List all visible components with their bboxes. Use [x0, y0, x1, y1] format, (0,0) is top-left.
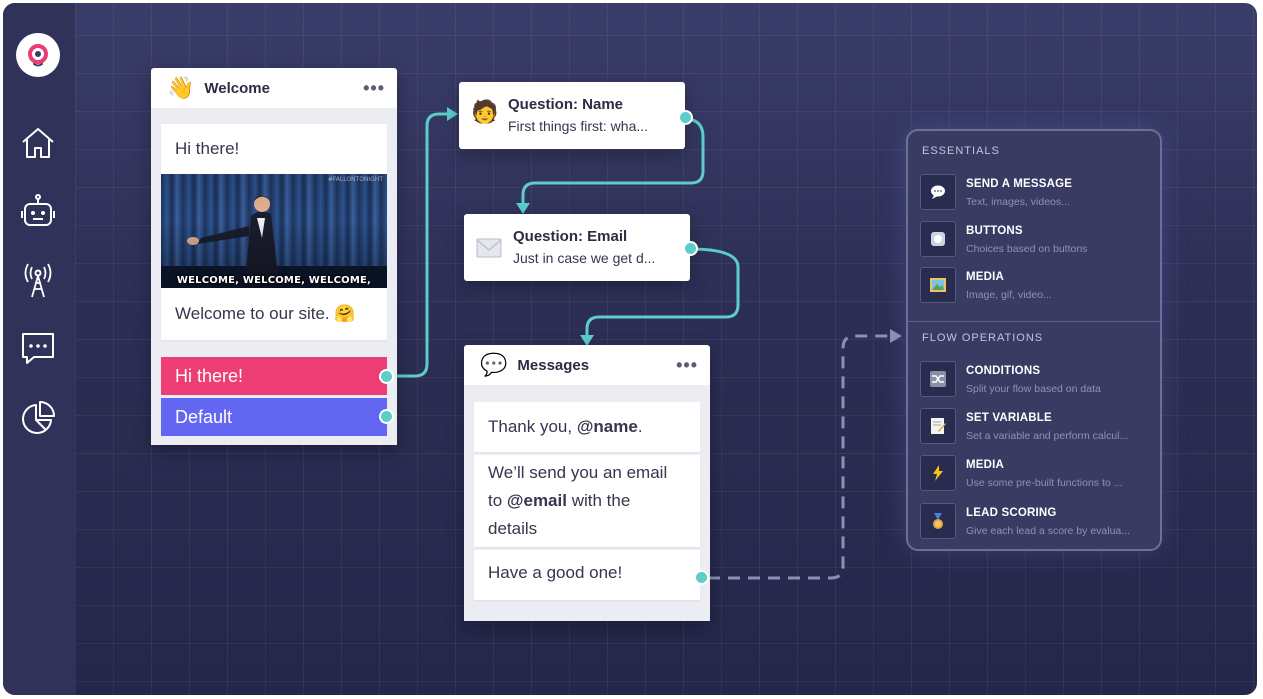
question-name-subtitle: First things first: wha...: [508, 118, 649, 134]
message-line: to @email with the: [488, 487, 686, 515]
message-text: .: [637, 417, 643, 436]
messages-node[interactable]: 💬 Messages ••• Thank you, @name. We’ll s…: [464, 345, 710, 621]
block-name: CONDITIONS: [966, 365, 1041, 377]
choice-hi-there[interactable]: Hi there!: [161, 357, 387, 395]
block-functions-media[interactable]: MEDIA Use some pre-built functions to ..…: [920, 453, 1150, 493]
welcome-title: Welcome: [204, 79, 270, 97]
analytics-icon[interactable]: [19, 399, 57, 437]
block-media[interactable]: MEDIA Image, gif, video...: [920, 265, 1150, 305]
port-messages[interactable]: [694, 570, 709, 585]
button-icon: [920, 221, 956, 257]
blocks-panel: ESSENTIALS SEND A MESSAGE Text, images, …: [906, 129, 1162, 551]
medal-icon: [920, 503, 956, 539]
message-line: details: [488, 519, 538, 538]
welcome-menu-button[interactable]: •••: [363, 78, 385, 99]
shuffle-icon: [920, 361, 956, 397]
question-email-title: Question: Email: [513, 228, 628, 245]
welcome-node[interactable]: 👋 Welcome ••• Hi there! #FALLONTONIGHT W…: [151, 68, 397, 445]
block-desc: Choices based on buttons: [966, 243, 1088, 255]
message-email-notice: We’ll send you an email to @email with t…: [474, 455, 700, 547]
block-set-variable[interactable]: SET VARIABLE Set a variable and perform …: [920, 406, 1150, 446]
choice-default[interactable]: Default: [161, 398, 387, 436]
gif-tag: #FALLONTONIGHT: [327, 176, 383, 183]
welcome-gif: #FALLONTONIGHT WELCOME, WELCOME, WELCOME…: [161, 174, 387, 288]
block-buttons[interactable]: BUTTONS Choices based on buttons: [920, 219, 1150, 259]
block-name: BUTTONS: [966, 225, 1023, 237]
picture-icon: [920, 267, 956, 303]
message-text: to: [488, 491, 507, 510]
chat-icon[interactable]: [19, 329, 57, 367]
block-lead-scoring[interactable]: LEAD SCORING Give each lead a score by e…: [920, 501, 1150, 541]
port-question-name[interactable]: [678, 110, 693, 125]
lightning-icon: [920, 455, 956, 491]
block-desc: Text, images, videos...: [966, 196, 1070, 208]
block-name: LEAD SCORING: [966, 507, 1057, 519]
block-desc: Set a variable and perform calcul...: [966, 430, 1129, 442]
question-email-node[interactable]: Question: Email Just in case we get d...: [464, 214, 690, 281]
block-desc: Give each lead a score by evalua...: [966, 525, 1131, 537]
port-hi-there[interactable]: [379, 369, 394, 384]
chatbot-logo[interactable]: [16, 33, 60, 77]
welcome-greeting: Hi there!: [161, 124, 387, 174]
block-desc: Split your flow based on data: [966, 383, 1101, 395]
block-desc: Use some pre-built functions to ...: [966, 477, 1123, 489]
message-thank-you: Thank you, @name.: [474, 402, 700, 452]
welcome-header: 👋 Welcome •••: [151, 68, 397, 108]
block-name: MEDIA: [966, 459, 1005, 471]
block-desc: Image, gif, video...: [966, 289, 1052, 301]
welcome-message: Welcome to our site. 🤗: [161, 288, 387, 340]
messages-header: 💬 Messages •••: [464, 345, 710, 385]
port-question-email[interactable]: [683, 241, 698, 256]
logo-icon: [28, 44, 48, 67]
sidebar: [3, 3, 75, 695]
home-icon[interactable]: [19, 124, 57, 162]
messages-menu-button[interactable]: •••: [676, 355, 698, 376]
variable-email: @email: [506, 491, 567, 510]
message-text: Thank you,: [488, 417, 577, 436]
panel-divider: [908, 321, 1160, 322]
block-send-message[interactable]: SEND A MESSAGE Text, images, videos...: [920, 172, 1150, 212]
flow-operations-title: FLOW OPERATIONS: [922, 332, 1044, 344]
gif-caption: WELCOME, WELCOME, WELCOME,: [176, 275, 372, 286]
waving-hand-icon: 👋: [167, 75, 195, 100]
question-name-title: Question: Name: [508, 96, 624, 113]
gif-shade: [161, 174, 387, 288]
block-conditions[interactable]: CONDITIONS Split your flow based on data: [920, 359, 1150, 399]
broadcast-icon[interactable]: [19, 261, 57, 299]
block-name: MEDIA: [966, 271, 1005, 283]
variable-name: @name: [576, 417, 638, 436]
person-icon: 🧑: [471, 100, 499, 125]
essentials-title: ESSENTIALS: [922, 145, 1000, 157]
messages-body: Thank you, @name. We’ll send you an emai…: [464, 385, 710, 621]
messages-title: Messages: [517, 356, 590, 374]
message-goodbye: Have a good one!: [474, 550, 700, 600]
block-name: SET VARIABLE: [966, 412, 1052, 424]
memo-icon: [920, 408, 956, 444]
envelope-icon: [476, 238, 502, 258]
robot-icon[interactable]: [19, 192, 57, 230]
app-window: 👋 Welcome ••• Hi there! #FALLONTONIGHT W…: [3, 3, 1257, 695]
block-name: SEND A MESSAGE: [966, 178, 1073, 190]
question-email-subtitle: Just in case we get d...: [513, 250, 656, 266]
message-line: We’ll send you an email: [488, 463, 668, 482]
message-text: with the: [566, 491, 631, 510]
speech-balloon-icon: 💬: [480, 352, 508, 377]
question-name-node[interactable]: 🧑 Question: Name First things first: wha…: [459, 82, 685, 149]
speech-bubble-icon: [920, 174, 956, 210]
port-default[interactable]: [379, 409, 394, 424]
